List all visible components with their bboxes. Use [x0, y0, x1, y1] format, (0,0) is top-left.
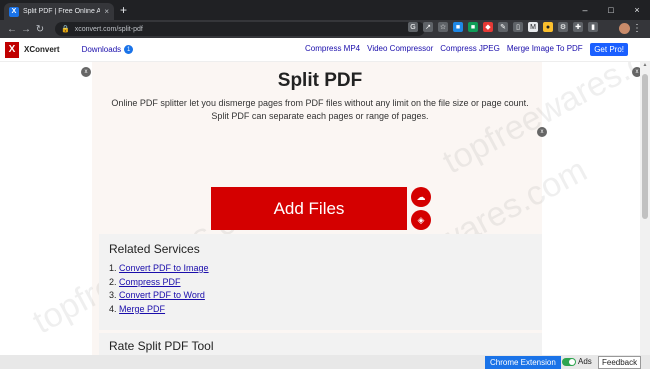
site-header: X XConvert Downloads 1 Compress MP4 Vide… — [0, 38, 650, 62]
nav-link-merge-image-to-pdf[interactable]: Merge Image To PDF — [507, 44, 583, 53]
extension-blue-icon[interactable]: ■ — [453, 22, 463, 32]
related-services-list: 1. Convert PDF to Image 2. Compress PDF … — [109, 262, 532, 316]
lock-icon: 🔒 — [61, 26, 70, 33]
pocket-icon[interactable]: ◆ — [483, 22, 493, 32]
extension-green-icon[interactable]: ■ — [468, 22, 478, 32]
downloads-link[interactable]: Downloads 1 — [82, 45, 134, 54]
page-content: topfreewares.com topfreewares.com topfre… — [0, 62, 640, 355]
dropbox-upload-icon[interactable]: ◈ — [411, 210, 431, 230]
reload-icon[interactable]: ↻ — [33, 24, 47, 35]
side-panel-icon[interactable]: ▮ — [588, 22, 598, 32]
page-description: Online PDF splitter let you dismerge pag… — [0, 97, 640, 123]
nav-link-compress-mp4[interactable]: Compress MP4 — [305, 44, 360, 53]
downloads-label: Downloads — [81, 45, 122, 54]
browser-tab-bar: X Split PDF | Free Online Adobe PDF × + … — [0, 0, 650, 20]
brand-name[interactable]: XConvert — [24, 45, 60, 54]
share-icon[interactable]: ↗ — [423, 22, 433, 32]
xconvert-logo[interactable]: X — [5, 41, 19, 58]
forward-arrow-icon[interactable]: → — [19, 24, 33, 35]
list-number: 4. — [109, 303, 117, 314]
link-convert-pdf-to-image[interactable]: Convert PDF to Image — [119, 263, 209, 273]
scroll-up-arrow-icon[interactable]: ▲ — [640, 62, 650, 70]
gmail-icon[interactable]: M — [528, 22, 538, 32]
back-arrow-icon[interactable]: ← — [5, 24, 19, 35]
add-files-button[interactable]: Add Files — [211, 187, 407, 230]
extension-yellow-icon[interactable]: ● — [543, 22, 553, 32]
bottom-bar: Chrome Extension Ads Feedback — [0, 355, 650, 369]
minimize-button[interactable]: – — [572, 0, 598, 20]
ads-toggle[interactable]: Ads — [562, 357, 592, 366]
profile-avatar[interactable] — [619, 23, 630, 34]
translate-icon[interactable]: G — [408, 22, 418, 32]
gear-icon[interactable]: ⚙ — [558, 22, 568, 32]
list-item: 4. Merge PDF — [109, 303, 532, 317]
extensions-area: G ↗ ☆ ■ ■ ◆ ✎ ▯ M ● ⚙ ✚ ▮ — [408, 22, 598, 32]
link-compress-pdf[interactable]: Compress PDF — [119, 277, 181, 287]
close-ad-left-icon[interactable]: x — [81, 67, 91, 77]
ads-toggle-switch[interactable] — [562, 357, 576, 366]
nav-link-compress-jpeg[interactable]: Compress JPEG — [440, 44, 500, 53]
related-services-heading: Related Services — [109, 242, 200, 256]
list-item: 3. Convert PDF to Word — [109, 289, 532, 303]
link-convert-pdf-to-word[interactable]: Convert PDF to Word — [119, 290, 205, 300]
list-number: 2. — [109, 276, 117, 287]
ads-label: Ads — [578, 357, 592, 366]
link-merge-pdf[interactable]: Merge PDF — [119, 304, 165, 314]
window-controls: – □ × — [572, 0, 650, 20]
close-ad-center-icon[interactable]: x — [537, 127, 547, 137]
chrome-extension-button[interactable]: Chrome Extension — [485, 356, 561, 369]
new-tab-button[interactable]: + — [120, 3, 127, 17]
eyedropper-icon[interactable]: ✎ — [498, 22, 508, 32]
close-ad-right-icon[interactable]: x — [632, 67, 640, 77]
description-line-2: Split PDF can separate each pages or ran… — [211, 111, 429, 121]
tab-close-icon[interactable]: × — [104, 7, 109, 16]
tab-title: Split PDF | Free Online Adobe PDF — [23, 8, 101, 15]
rate-tool-heading: Rate Split PDF Tool — [99, 333, 542, 355]
list-item: 1. Convert PDF to Image — [109, 262, 532, 276]
puzzle-extensions-icon[interactable]: ✚ — [573, 22, 583, 32]
address-bar[interactable]: 🔒 xconvert.com/split-pdf — [55, 22, 425, 36]
list-item: 2. Compress PDF — [109, 276, 532, 290]
bookmark-icon[interactable]: ▯ — [513, 22, 523, 32]
get-pro-button[interactable]: Get Pro! — [590, 43, 628, 56]
scrollbar-thumb[interactable] — [642, 74, 648, 219]
maximize-button[interactable]: □ — [598, 0, 624, 20]
downloads-count-badge: 1 — [124, 45, 134, 54]
related-services-box: Related Services 1. Convert PDF to Image… — [99, 234, 542, 330]
xconvert-favicon-icon: X — [9, 6, 19, 17]
google-drive-upload-icon[interactable]: ☁ — [411, 187, 431, 207]
description-line-1: Online PDF splitter let you dismerge pag… — [111, 98, 529, 108]
list-number: 1. — [109, 263, 117, 273]
page-scrollbar[interactable]: ▲ — [640, 62, 650, 355]
feedback-button[interactable]: Feedback — [598, 356, 642, 369]
close-window-button[interactable]: × — [624, 0, 650, 20]
top-nav-links: Compress MP4 Video Compressor Compress J… — [305, 44, 583, 53]
browser-menu-icon[interactable]: ⋮ — [632, 23, 642, 34]
list-number: 3. — [109, 290, 117, 300]
nav-link-video-compressor[interactable]: Video Compressor — [367, 44, 433, 53]
bookmark-star-icon[interactable]: ☆ — [438, 22, 448, 32]
page-title: Split PDF — [277, 70, 363, 91]
url-text: xconvert.com/split-pdf — [74, 25, 143, 33]
browser-tab[interactable]: X Split PDF | Free Online Adobe PDF × — [4, 3, 114, 20]
